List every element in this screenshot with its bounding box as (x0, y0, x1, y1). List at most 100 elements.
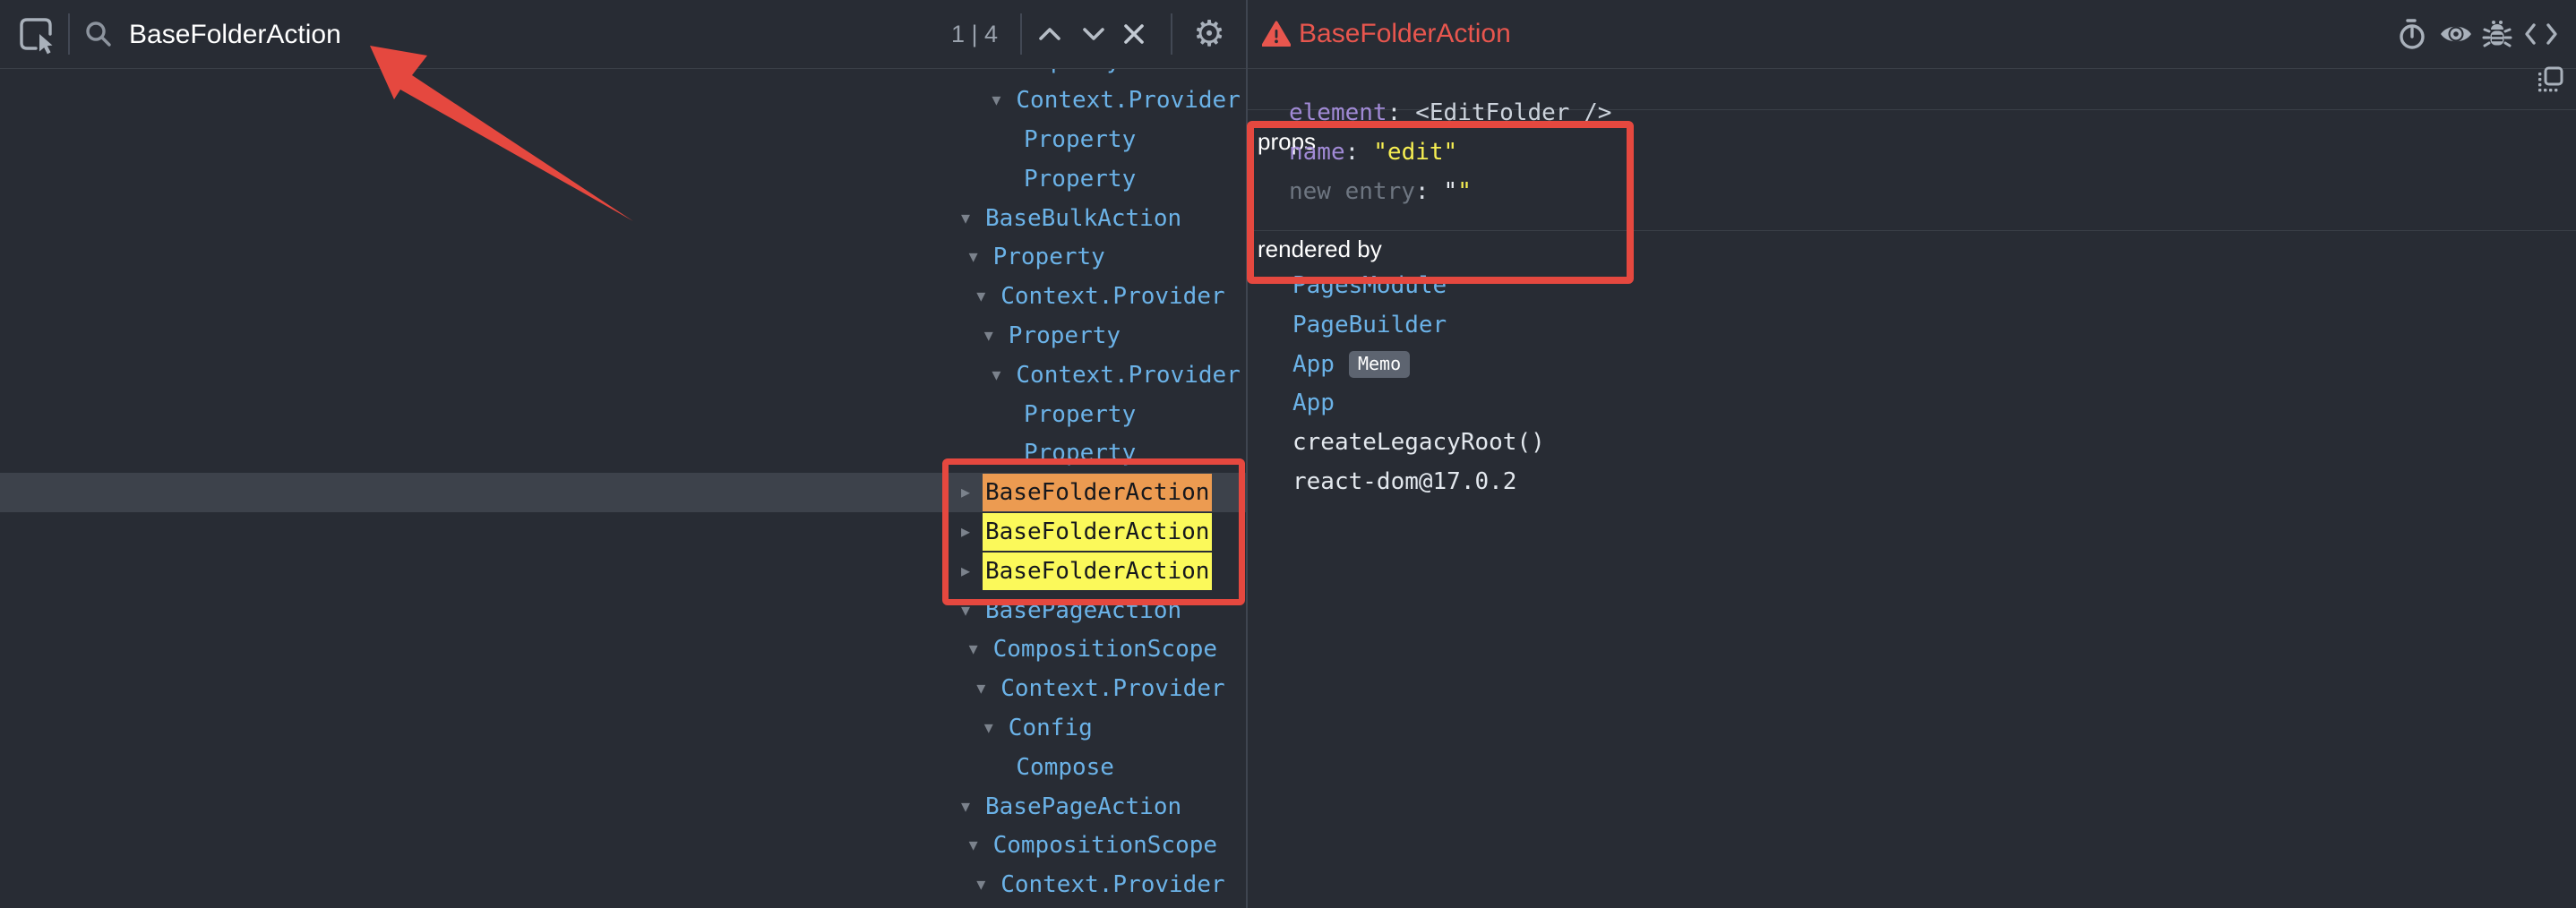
tree-row-compositionscope[interactable]: ▾ CompositionScope (0, 826, 1246, 865)
collapse-arrow-icon[interactable]: ▾ (969, 639, 978, 657)
tree-row-property[interactable]: Property (0, 120, 1246, 159)
owner-link[interactable]: PageBuilder (1292, 312, 1447, 338)
warning-badge (1262, 0, 1291, 68)
collapse-arrow-icon[interactable]: ▾ (961, 797, 970, 815)
tree-row-context-provider[interactable]: ▾Context.Provider (0, 865, 1246, 904)
search-input[interactable] (127, 15, 919, 55)
log-component-button[interactable] (2477, 0, 2517, 68)
clear-search-button[interactable] (1113, 0, 1155, 68)
section-divider (1248, 230, 2576, 231)
previous-result-button[interactable] (1030, 0, 1069, 68)
warning-icon (1262, 21, 1291, 47)
inspect-dom-button[interactable] (2436, 0, 2476, 68)
tree-row-basebulkaction[interactable]: ▾ BaseBulkAction (0, 199, 1246, 238)
prop-row-new-entry[interactable]: new entry: "" (1289, 176, 1472, 208)
tree-row-compositionscope[interactable]: ▾ CompositionScope (0, 630, 1246, 669)
tree-row-basefolderaction[interactable]: ▸BaseFolderAction (0, 512, 1246, 552)
inspected-element-panel: BaseFolderAction (1248, 0, 2576, 908)
expand-arrow-icon[interactable]: ▸ (961, 522, 970, 540)
tree-row-property[interactable]: ▾Property (0, 316, 1246, 355)
prop-value[interactable]: " (1444, 178, 1458, 205)
tree-row-context-provider[interactable]: ▾ Context.Provider (0, 669, 1246, 708)
collapse-arrow-icon[interactable]: ▾ (969, 835, 978, 853)
component-name: CompositionScope (993, 834, 1217, 857)
rendered-by-item: App (1292, 387, 1335, 419)
tree-row-property[interactable]: Property (0, 159, 1246, 199)
component-name: BaseFolderAction (983, 553, 1212, 590)
chevron-down-icon (1082, 27, 1105, 41)
component-name: Property (1024, 128, 1136, 151)
settings-button[interactable]: ⚙ (1188, 0, 1231, 68)
tree-row-property[interactable]: Property (0, 69, 1246, 81)
view-source-button[interactable] (2520, 0, 2563, 68)
component-name: BasePageAction (985, 599, 1181, 622)
component-name: Context.Provider (1000, 677, 1224, 700)
suspense-toggle-button[interactable] (2392, 0, 2432, 68)
tree-row-basefolderaction[interactable]: ▸ BaseFolderAction (0, 473, 1246, 512)
close-icon (1123, 23, 1145, 45)
component-name: Property (1024, 403, 1136, 426)
collapse-arrow-icon[interactable]: ▾ (961, 209, 970, 227)
component-tree[interactable]: Property ▾ Context.Provider Property Propert… (0, 69, 1246, 908)
rendered-by-item: PagesModule (1292, 270, 1447, 302)
tree-row-property[interactable]: ▾Property (0, 237, 1246, 277)
tree-row-property[interactable]: Property (0, 395, 1246, 434)
component-name: Context.Provider (1016, 364, 1240, 387)
search-results-count: 1 | 4 (937, 0, 1012, 68)
tree-row-config[interactable]: ▾Config (0, 708, 1246, 748)
collapse-arrow-icon[interactable]: ▾ (984, 718, 993, 736)
copy-props-button[interactable] (2535, 64, 2565, 95)
toolbar-separator (68, 13, 70, 55)
owner-link[interactable]: App (1292, 390, 1335, 416)
rendered-by-item: PageBuilder (1292, 309, 1447, 341)
next-result-button[interactable] (1074, 0, 1113, 68)
tree-row-compose[interactable]: Compose (0, 748, 1246, 787)
inspect-element-button[interactable] (13, 0, 59, 68)
rendered-by-item: App Memo (1292, 348, 1410, 381)
tree-row-property[interactable]: Property (0, 433, 1246, 473)
rendered-by-section-label: rendered by (1258, 236, 1382, 263)
prop-key: element (1289, 99, 1387, 126)
collapse-arrow-icon[interactable]: ▾ (969, 247, 978, 265)
expand-arrow-icon[interactable]: ▸ (961, 483, 970, 501)
collapse-arrow-icon[interactable]: ▾ (976, 679, 985, 697)
component-name: CompositionScope (993, 638, 1217, 661)
collapse-arrow-icon[interactable]: ▾ (961, 601, 970, 619)
prop-row-name[interactable]: name:"edit" (1289, 136, 1457, 168)
collapse-arrow-icon[interactable]: ▾ (992, 365, 1000, 383)
colon: : (1415, 178, 1430, 205)
prop-value[interactable]: <EditFolder /> (1415, 99, 1611, 126)
collapse-arrow-icon[interactable]: ▾ (976, 287, 985, 304)
component-name: BaseBulkAction (985, 207, 1181, 230)
tree-row-basepageaction[interactable]: ▾ BasePageAction (0, 591, 1246, 630)
react-devtools-window: 1 | 4 ⚙ Property▾Context.ProviderPropert… (0, 0, 2576, 908)
prop-value[interactable]: "edit" (1373, 139, 1457, 166)
tree-row-context-provider[interactable]: ▾ Context.Provider (0, 81, 1246, 120)
tree-row-context-provider[interactable]: ▾ Context.Provider (0, 355, 1246, 395)
tree-row-basepageaction[interactable]: ▾BasePageAction (0, 787, 1246, 827)
component-name: Context.Provider (1016, 89, 1240, 112)
copy-icon (2536, 65, 2564, 94)
components-toolbar: 1 | 4 ⚙ (0, 0, 1246, 69)
owner-link[interactable]: App (1292, 351, 1335, 378)
owner-link[interactable]: PagesModule (1292, 272, 1447, 299)
component-name: BaseFolderAction (983, 474, 1212, 511)
colon: : (1387, 99, 1402, 126)
component-name: Property (1024, 441, 1136, 465)
memo-badge: Memo (1349, 351, 1410, 378)
toolbar-separator (1020, 13, 1022, 55)
collapse-arrow-icon[interactable]: ▾ (976, 875, 985, 893)
collapse-arrow-icon[interactable]: ▾ (984, 326, 993, 344)
search-icon (79, 0, 118, 68)
prop-key: new entry (1289, 178, 1415, 205)
prop-value[interactable]: " (1457, 178, 1472, 205)
tree-row-context-provider[interactable]: ▾Context.Provider (0, 277, 1246, 316)
expand-arrow-icon[interactable]: ▸ (961, 561, 970, 579)
tree-row-basefolderaction[interactable]: ▸ BaseFolderAction (0, 552, 1246, 591)
chevron-up-icon (1038, 27, 1061, 41)
collapse-arrow-icon[interactable]: ▾ (992, 90, 1000, 108)
prop-row-element[interactable]: element: <EditFolder /> (1289, 97, 1611, 129)
rendered-by-item: react-dom@17.0.2 (1292, 466, 1516, 498)
owner-code: react-dom@17.0.2 (1292, 468, 1516, 495)
inspected-component-title: BaseFolderAction (1299, 0, 1511, 68)
